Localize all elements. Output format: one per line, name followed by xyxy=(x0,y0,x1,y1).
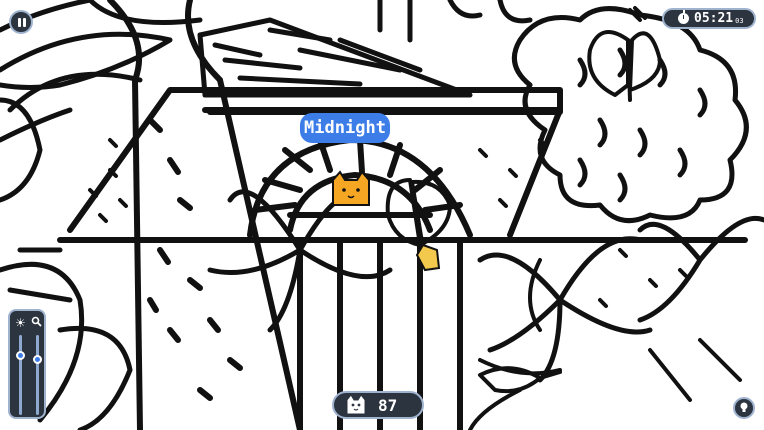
zoom-slider-track[interactable] xyxy=(36,335,39,415)
brightness-slider-knob[interactable] xyxy=(16,351,25,360)
lightbulb-icon xyxy=(740,402,748,412)
pause-button[interactable] xyxy=(9,10,33,34)
brightness-zoom-panel: ☀ xyxy=(8,309,46,419)
hint-button[interactable] xyxy=(733,397,755,419)
stopwatch-icon xyxy=(678,10,689,24)
cats-remaining-counter: 87 xyxy=(332,391,424,419)
zoom-slider-knob[interactable] xyxy=(33,355,42,364)
cats-remaining-value: 87 xyxy=(378,395,398,415)
roof xyxy=(197,0,473,98)
jungle-line-art-scene[interactable] xyxy=(0,0,764,430)
sun-icon: ☀ xyxy=(15,316,26,330)
found-cat-name-label: Midnight xyxy=(300,113,390,143)
timer-fraction: 03 xyxy=(735,17,744,25)
timer-display: 05:21 03 xyxy=(662,8,756,29)
timer-value: 05:21 xyxy=(694,11,734,26)
brightness-slider-track[interactable] xyxy=(19,335,22,415)
cat-head-icon xyxy=(346,394,366,415)
magnifier-icon xyxy=(31,316,42,330)
